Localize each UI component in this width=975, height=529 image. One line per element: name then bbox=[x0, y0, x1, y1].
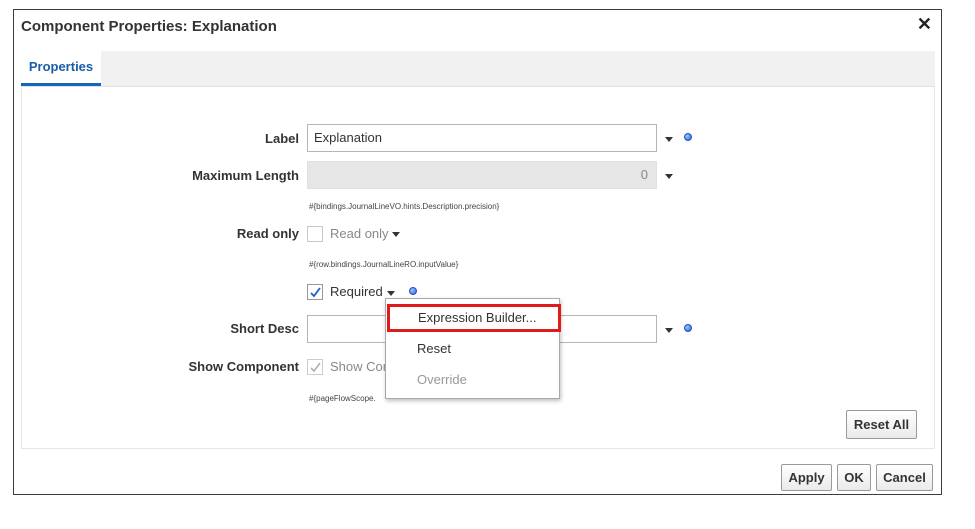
label-field-label: Label bbox=[265, 131, 299, 146]
cancel-button[interactable]: Cancel bbox=[876, 464, 933, 491]
required-checkbox[interactable] bbox=[307, 284, 323, 300]
required-dropdown-icon[interactable] bbox=[387, 291, 395, 296]
ok-button[interactable]: OK bbox=[837, 464, 871, 491]
read-only-label: Read only bbox=[236, 226, 299, 241]
max-length-input: 0 bbox=[307, 161, 657, 189]
show-component-checkbox[interactable] bbox=[307, 359, 323, 375]
menu-item-expression-builder[interactable]: Expression Builder... bbox=[387, 304, 561, 332]
menu-item-override: Override bbox=[417, 372, 467, 387]
max-length-expression: #{bindings.JournalLineVO.hints.Descripti… bbox=[309, 202, 500, 211]
component-properties-dialog: Component Properties: Explanation ✕ Prop… bbox=[13, 9, 942, 495]
close-icon[interactable]: ✕ bbox=[917, 14, 932, 35]
dialog-title: Component Properties: Explanation bbox=[21, 18, 277, 35]
short-desc-dropdown-icon[interactable] bbox=[665, 328, 673, 333]
show-component-expression: #{pageFlowScope. bbox=[309, 394, 376, 403]
read-only-dropdown-icon[interactable] bbox=[392, 232, 400, 237]
read-only-checkbox[interactable] bbox=[307, 226, 323, 242]
required-checkbox-text: Required bbox=[330, 284, 383, 299]
max-length-label: Maximum Length bbox=[192, 168, 299, 183]
checkmark-icon bbox=[310, 362, 321, 373]
max-length-dropdown-icon[interactable] bbox=[665, 174, 673, 179]
label-indicator-dot-icon bbox=[684, 133, 692, 141]
read-only-checkbox-text: Read only bbox=[330, 226, 389, 241]
label-input[interactable]: Explanation bbox=[307, 124, 657, 152]
tab-bar: Properties bbox=[21, 51, 935, 87]
checkmark-icon bbox=[310, 287, 321, 298]
reset-all-button[interactable]: Reset All bbox=[846, 410, 917, 439]
short-desc-label: Short Desc bbox=[230, 321, 299, 336]
apply-button[interactable]: Apply bbox=[781, 464, 832, 491]
show-component-label: Show Component bbox=[188, 359, 300, 374]
menu-item-reset[interactable]: Reset bbox=[386, 335, 559, 363]
tab-properties[interactable]: Properties bbox=[21, 51, 101, 86]
context-menu: Expression Builder... Reset Override bbox=[385, 298, 561, 399]
required-indicator-dot-icon bbox=[409, 287, 417, 295]
label-dropdown-icon[interactable] bbox=[665, 137, 673, 142]
read-only-expression: #{row.bindings.JournalLineRO.inputValue} bbox=[309, 260, 459, 269]
short-desc-indicator-dot-icon bbox=[684, 324, 692, 332]
